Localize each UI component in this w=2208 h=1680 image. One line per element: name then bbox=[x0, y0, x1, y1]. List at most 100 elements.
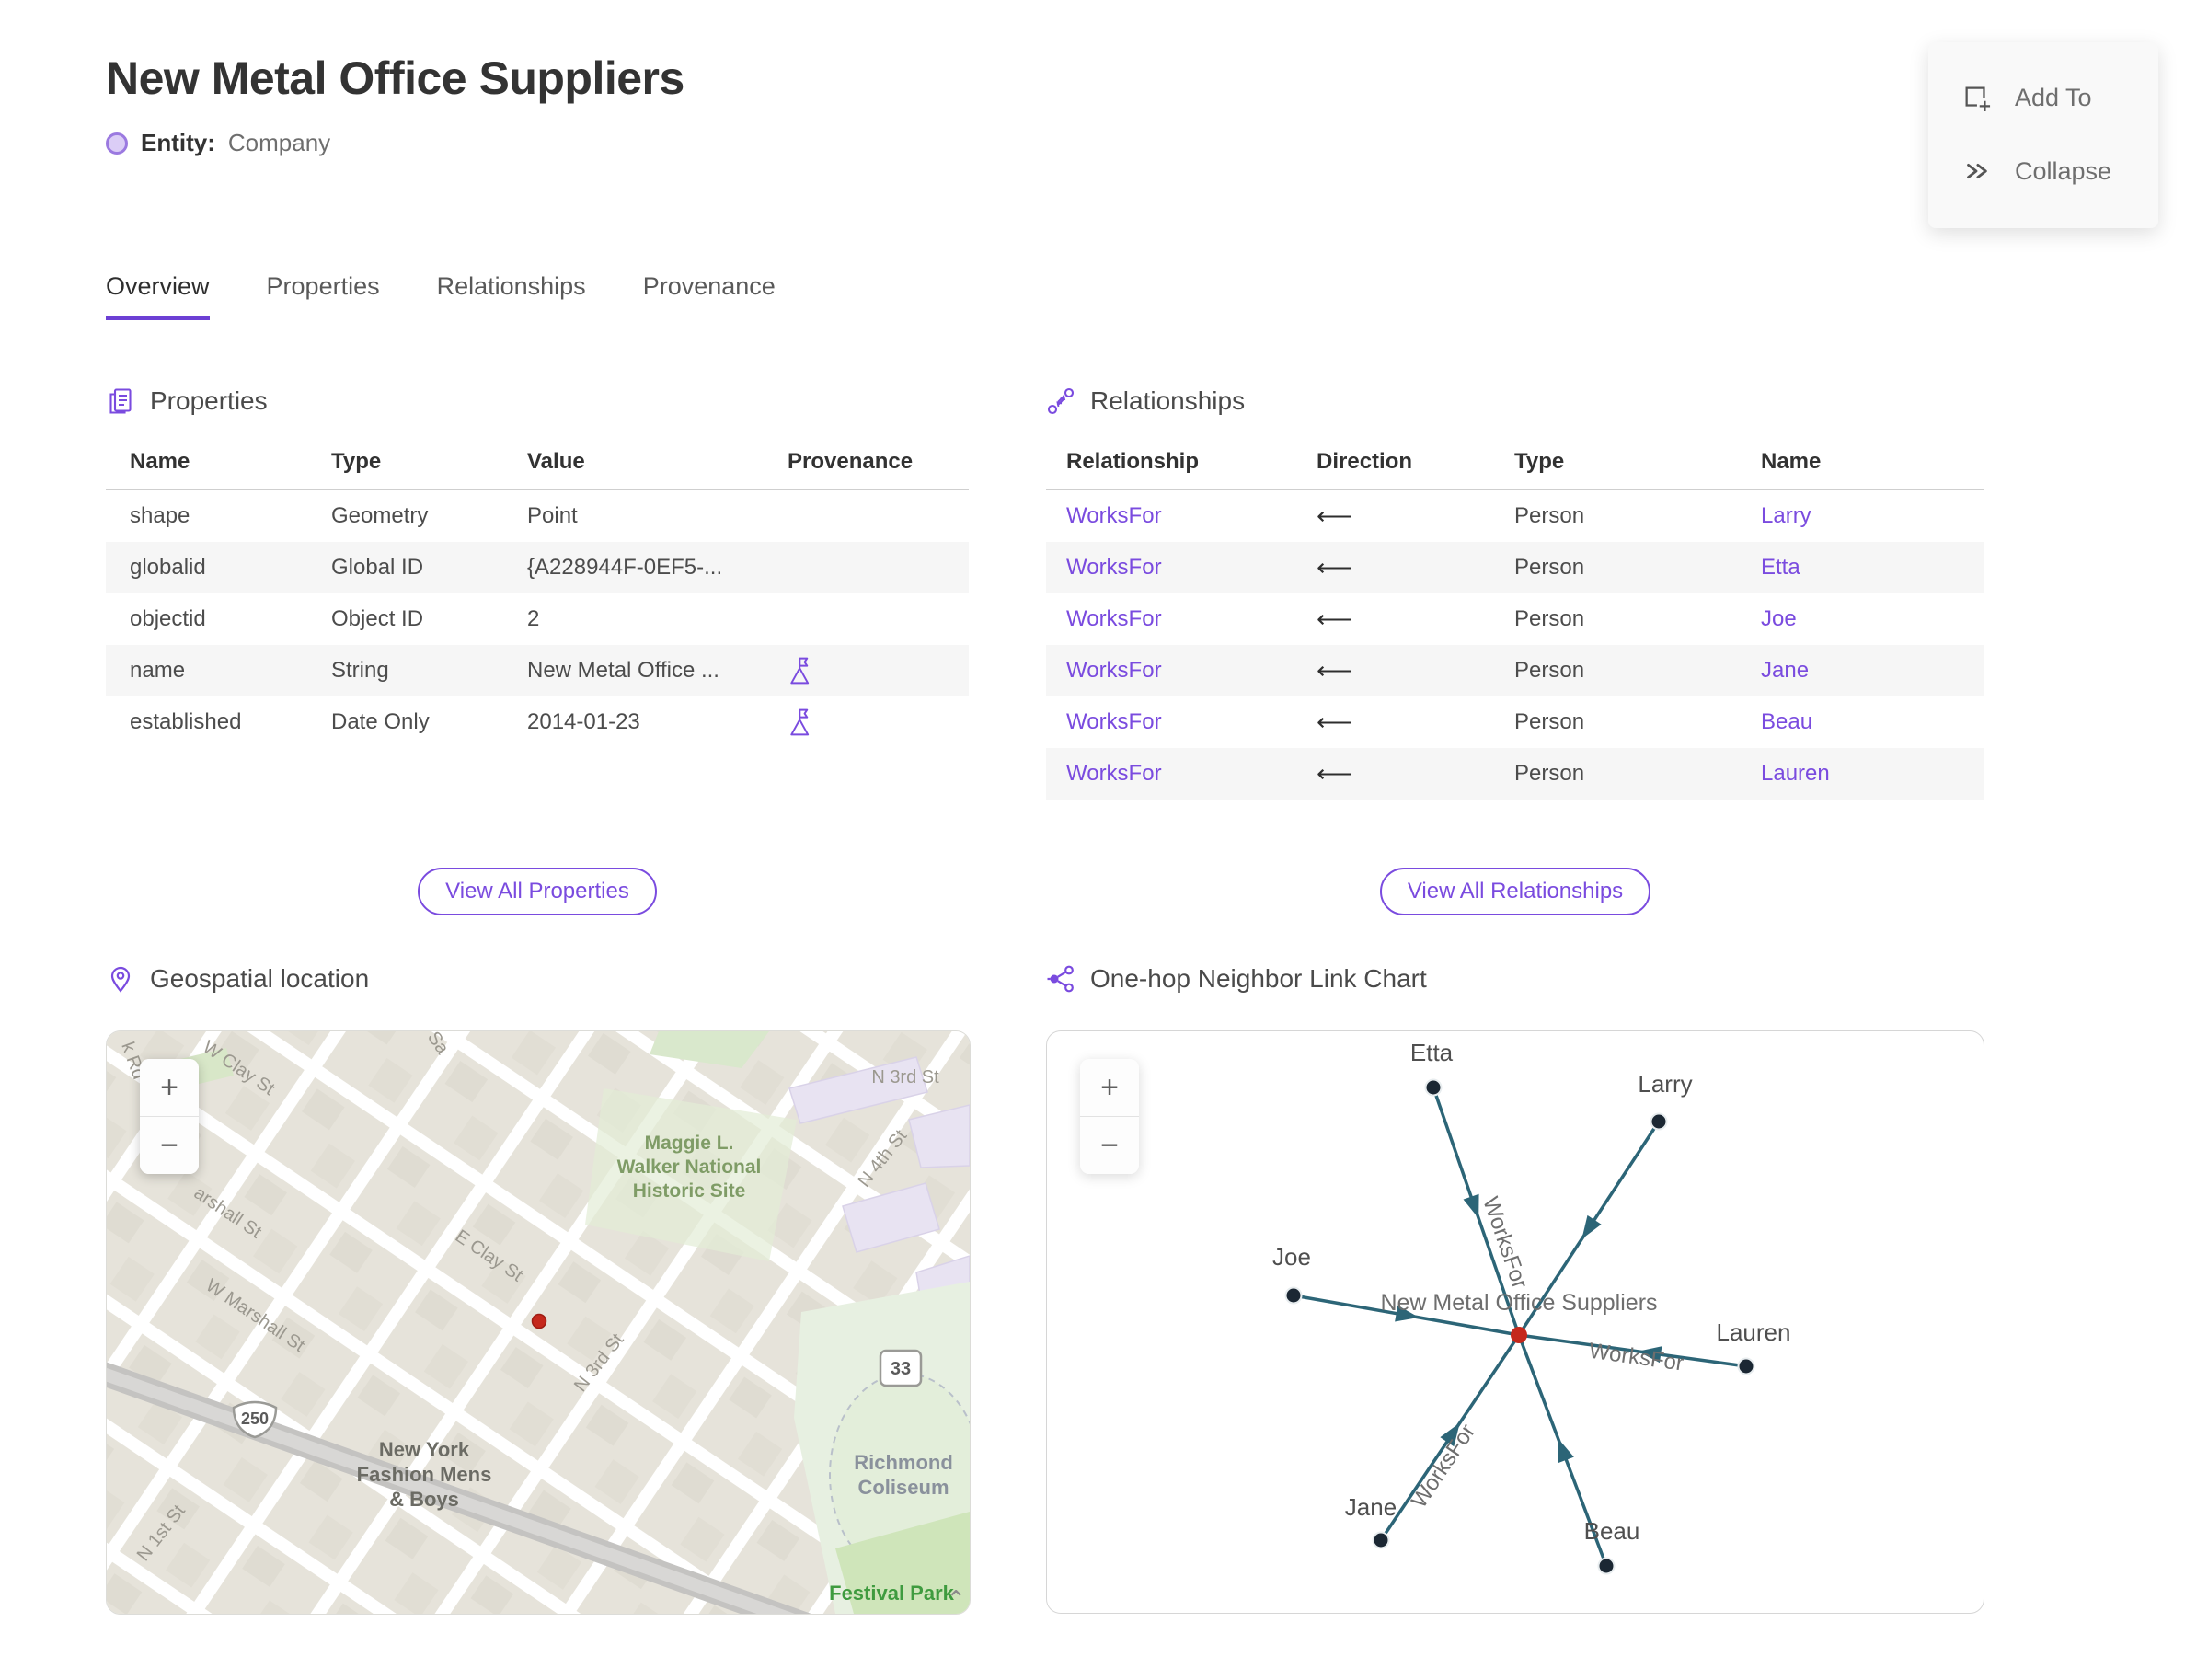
relationship-link[interactable]: WorksFor bbox=[1066, 658, 1162, 683]
relationship-link[interactable]: WorksFor bbox=[1066, 606, 1162, 631]
add-to-button[interactable]: Add To bbox=[1928, 68, 2158, 127]
svg-text:33: 33 bbox=[891, 1359, 911, 1379]
graph-node[interactable] bbox=[1597, 1557, 1616, 1575]
add-to-label: Add To bbox=[2015, 83, 2092, 111]
property-name-cell: shape bbox=[130, 503, 190, 528]
map-zoom-control: + − bbox=[140, 1059, 199, 1174]
relationships-section-header: Relationships bbox=[1046, 386, 1984, 416]
tab-bar: Overview Properties Relationships Provenanc… bbox=[106, 272, 776, 320]
collapse-label: Collapse bbox=[2015, 156, 2112, 185]
relationship-link[interactable]: WorksFor bbox=[1066, 761, 1162, 786]
relationship-type-cell: Person bbox=[1514, 658, 1585, 683]
graph-edge-label: WorksFor bbox=[1407, 1420, 1480, 1513]
related-entity-link[interactable]: Lauren bbox=[1761, 761, 1830, 786]
relationships-table-header: Relationship Direction Type Name bbox=[1046, 449, 1984, 490]
graph-node-label: Beau bbox=[1584, 1517, 1640, 1545]
related-entity-link[interactable]: Etta bbox=[1761, 555, 1800, 580]
entity-type-value: Company bbox=[227, 129, 331, 156]
relationship-link[interactable]: WorksFor bbox=[1066, 555, 1162, 580]
related-entity-link[interactable]: Larry bbox=[1761, 503, 1811, 528]
properties-section-header: Properties bbox=[106, 386, 969, 416]
graph-node-label: Etta bbox=[1410, 1039, 1454, 1066]
geospatial-section-title: Geospatial location bbox=[150, 964, 370, 993]
related-entity-link[interactable]: Jane bbox=[1761, 658, 1809, 683]
property-value-cell: {A228944F-0EF5-... bbox=[527, 555, 723, 580]
relationship-link[interactable]: WorksFor bbox=[1066, 503, 1162, 528]
table-row: shape Geometry Point bbox=[106, 490, 969, 542]
properties-table: Name Type Value Provenance shape Geometry… bbox=[106, 449, 969, 748]
graph-node-label: Jane bbox=[1345, 1493, 1397, 1521]
table-row: WorksFor ⟵ Person Etta bbox=[1046, 542, 1984, 593]
table-row: WorksFor ⟵ Person Beau bbox=[1046, 696, 1984, 748]
related-entity-cell: Jane bbox=[1761, 658, 1984, 684]
tab-relationships[interactable]: Relationships bbox=[437, 272, 586, 320]
property-type-cell: String bbox=[331, 658, 389, 683]
related-entity-link[interactable]: Beau bbox=[1761, 709, 1812, 734]
map-label: Walker National bbox=[617, 1156, 762, 1178]
property-name-cell: globalid bbox=[130, 555, 206, 580]
relationship-type-cell: Person bbox=[1514, 503, 1585, 528]
related-entity-cell: Etta bbox=[1761, 555, 1984, 581]
properties-table-header: Name Type Value Provenance bbox=[106, 449, 969, 490]
map-pin-icon bbox=[110, 966, 131, 993]
graph-node[interactable] bbox=[1737, 1357, 1755, 1375]
property-type-cell: Object ID bbox=[331, 606, 424, 631]
direction-arrow: ⟵ bbox=[1317, 553, 1352, 581]
table-row: name String New Metal Office ... bbox=[106, 645, 969, 696]
graph-node[interactable] bbox=[1284, 1286, 1303, 1305]
relationship-link-cell: WorksFor bbox=[1066, 761, 1317, 787]
graph-node[interactable] bbox=[1372, 1531, 1390, 1549]
svg-text:250: 250 bbox=[241, 1410, 269, 1428]
property-provenance-cell bbox=[788, 655, 969, 686]
relationship-link[interactable]: WorksFor bbox=[1066, 709, 1162, 734]
map-label: Historic Site bbox=[633, 1180, 746, 1202]
link-chart[interactable]: WorksFor WorksFor WorksFor Etta Larry Joe Laur… bbox=[1046, 1030, 1984, 1614]
graph-center-node[interactable] bbox=[1511, 1327, 1527, 1343]
table-row: WorksFor ⟵ Person Jane bbox=[1046, 645, 1984, 696]
table-row: WorksFor ⟵ Person Larry bbox=[1046, 490, 1984, 542]
map-attribution-toggle[interactable]: ⌃ bbox=[946, 1585, 966, 1614]
tab-properties[interactable]: Properties bbox=[267, 272, 380, 320]
relationships-icon bbox=[1047, 387, 1075, 415]
map-label: New York bbox=[379, 1438, 470, 1461]
property-provenance-cell bbox=[788, 707, 969, 738]
col-header-type: Type bbox=[331, 449, 382, 474]
view-all-properties-button[interactable]: View All Properties bbox=[418, 868, 657, 915]
graph-node-label: Lauren bbox=[1717, 1318, 1791, 1346]
actions-card: Add To Collapse bbox=[1928, 42, 2158, 228]
direction-arrow: ⟵ bbox=[1317, 604, 1352, 633]
map-zoom-out-button[interactable]: − bbox=[140, 1116, 199, 1174]
property-value-cell: New Metal Office ... bbox=[527, 658, 719, 683]
page-header: New Metal Office Suppliers Entity: Compa… bbox=[106, 52, 684, 157]
linkchart-zoom-out-button[interactable]: − bbox=[1080, 1116, 1139, 1174]
direction-arrow: ⟵ bbox=[1317, 759, 1352, 788]
collapse-button[interactable]: Collapse bbox=[1928, 142, 2158, 201]
linkchart-zoom-in-button[interactable]: + bbox=[1080, 1059, 1139, 1116]
link-chart-icon bbox=[1047, 965, 1074, 993]
properties-icon bbox=[109, 388, 132, 414]
related-entity-cell: Lauren bbox=[1761, 761, 1984, 787]
relationships-section-title: Relationships bbox=[1090, 386, 1246, 415]
relationships-section: Relationships Relationship Direction Typ… bbox=[1046, 386, 1984, 915]
tab-overview[interactable]: Overview bbox=[106, 272, 210, 320]
tab-provenance[interactable]: Provenance bbox=[643, 272, 776, 320]
map[interactable]: k Rd W Clay St Sa arshall St W Marshall St E … bbox=[106, 1030, 971, 1615]
relationship-link-cell: WorksFor bbox=[1066, 658, 1317, 684]
map-label: Fashion Mens bbox=[357, 1463, 492, 1486]
entity-type-icon bbox=[106, 132, 128, 155]
col-header-name: Name bbox=[1761, 449, 1822, 474]
graph-node[interactable] bbox=[1650, 1112, 1668, 1131]
graph-node[interactable] bbox=[1424, 1078, 1443, 1097]
provenance-flag-icon[interactable] bbox=[788, 655, 815, 686]
view-all-relationships-button[interactable]: View All Relationships bbox=[1379, 868, 1651, 915]
related-entity-link[interactable]: Joe bbox=[1761, 606, 1797, 631]
relationship-link-cell: WorksFor bbox=[1066, 709, 1317, 735]
relationship-link-cell: WorksFor bbox=[1066, 503, 1317, 529]
chevron-up-icon: ⌃ bbox=[946, 1585, 966, 1613]
col-header-provenance: Provenance bbox=[788, 449, 914, 474]
col-header-type: Type bbox=[1514, 449, 1565, 474]
collapse-icon bbox=[1967, 164, 1987, 178]
map-zoom-in-button[interactable]: + bbox=[140, 1059, 199, 1116]
direction-arrow: ⟵ bbox=[1317, 708, 1352, 736]
provenance-flag-icon[interactable] bbox=[788, 707, 815, 738]
